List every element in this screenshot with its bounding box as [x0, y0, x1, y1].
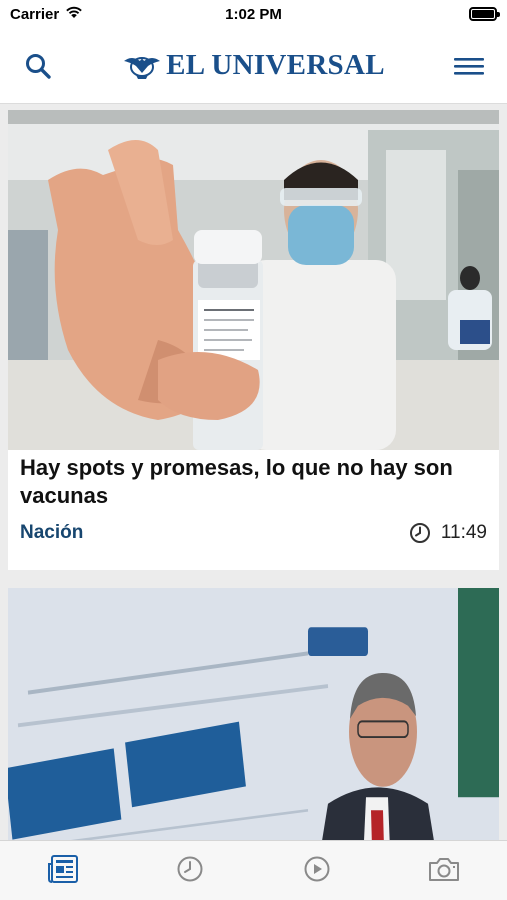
status-left: Carrier [10, 5, 83, 23]
article-section[interactable]: Nación [20, 522, 83, 544]
app-header: EL UNIVERSAL [0, 28, 507, 104]
tab-photos[interactable] [414, 851, 474, 887]
tab-bar [0, 840, 507, 900]
carrier-label: Carrier [10, 5, 60, 23]
article-title[interactable]: Hay spots y promesas, lo que no hay son … [8, 450, 499, 510]
battery-icon [469, 7, 500, 21]
article-image[interactable] [8, 110, 499, 450]
wifi-icon [65, 5, 83, 23]
play-icon [304, 856, 330, 882]
brand-logo[interactable]: EL UNIVERSAL [122, 49, 385, 82]
article-time-label: 11:49 [440, 522, 487, 543]
status-bar: Carrier 1:02 PM [0, 0, 507, 28]
article-card[interactable] [8, 588, 499, 840]
article-time: 11:49 [409, 522, 487, 544]
eagle-logo-icon [124, 56, 161, 79]
clock-icon [177, 856, 203, 882]
tab-latest[interactable] [160, 851, 220, 887]
tab-news[interactable] [33, 851, 93, 887]
search-icon [26, 53, 51, 79]
clock-icon [409, 523, 430, 543]
news-feed[interactable]: Hay spots y promesas, lo que no hay son … [0, 104, 507, 840]
article-meta: Nación 11:49 [8, 510, 499, 544]
battery-fill [472, 10, 494, 18]
tab-video[interactable] [287, 851, 347, 887]
hamburger-menu-icon [454, 57, 484, 75]
article-card[interactable]: Hay spots y promesas, lo que no hay son … [8, 110, 499, 570]
search-button[interactable] [20, 48, 56, 84]
menu-button[interactable] [451, 48, 487, 84]
camera-icon [428, 858, 459, 881]
article-image[interactable] [8, 588, 499, 840]
logo-text: EL UNIVERSAL [166, 49, 385, 81]
newspaper-icon [48, 855, 79, 883]
